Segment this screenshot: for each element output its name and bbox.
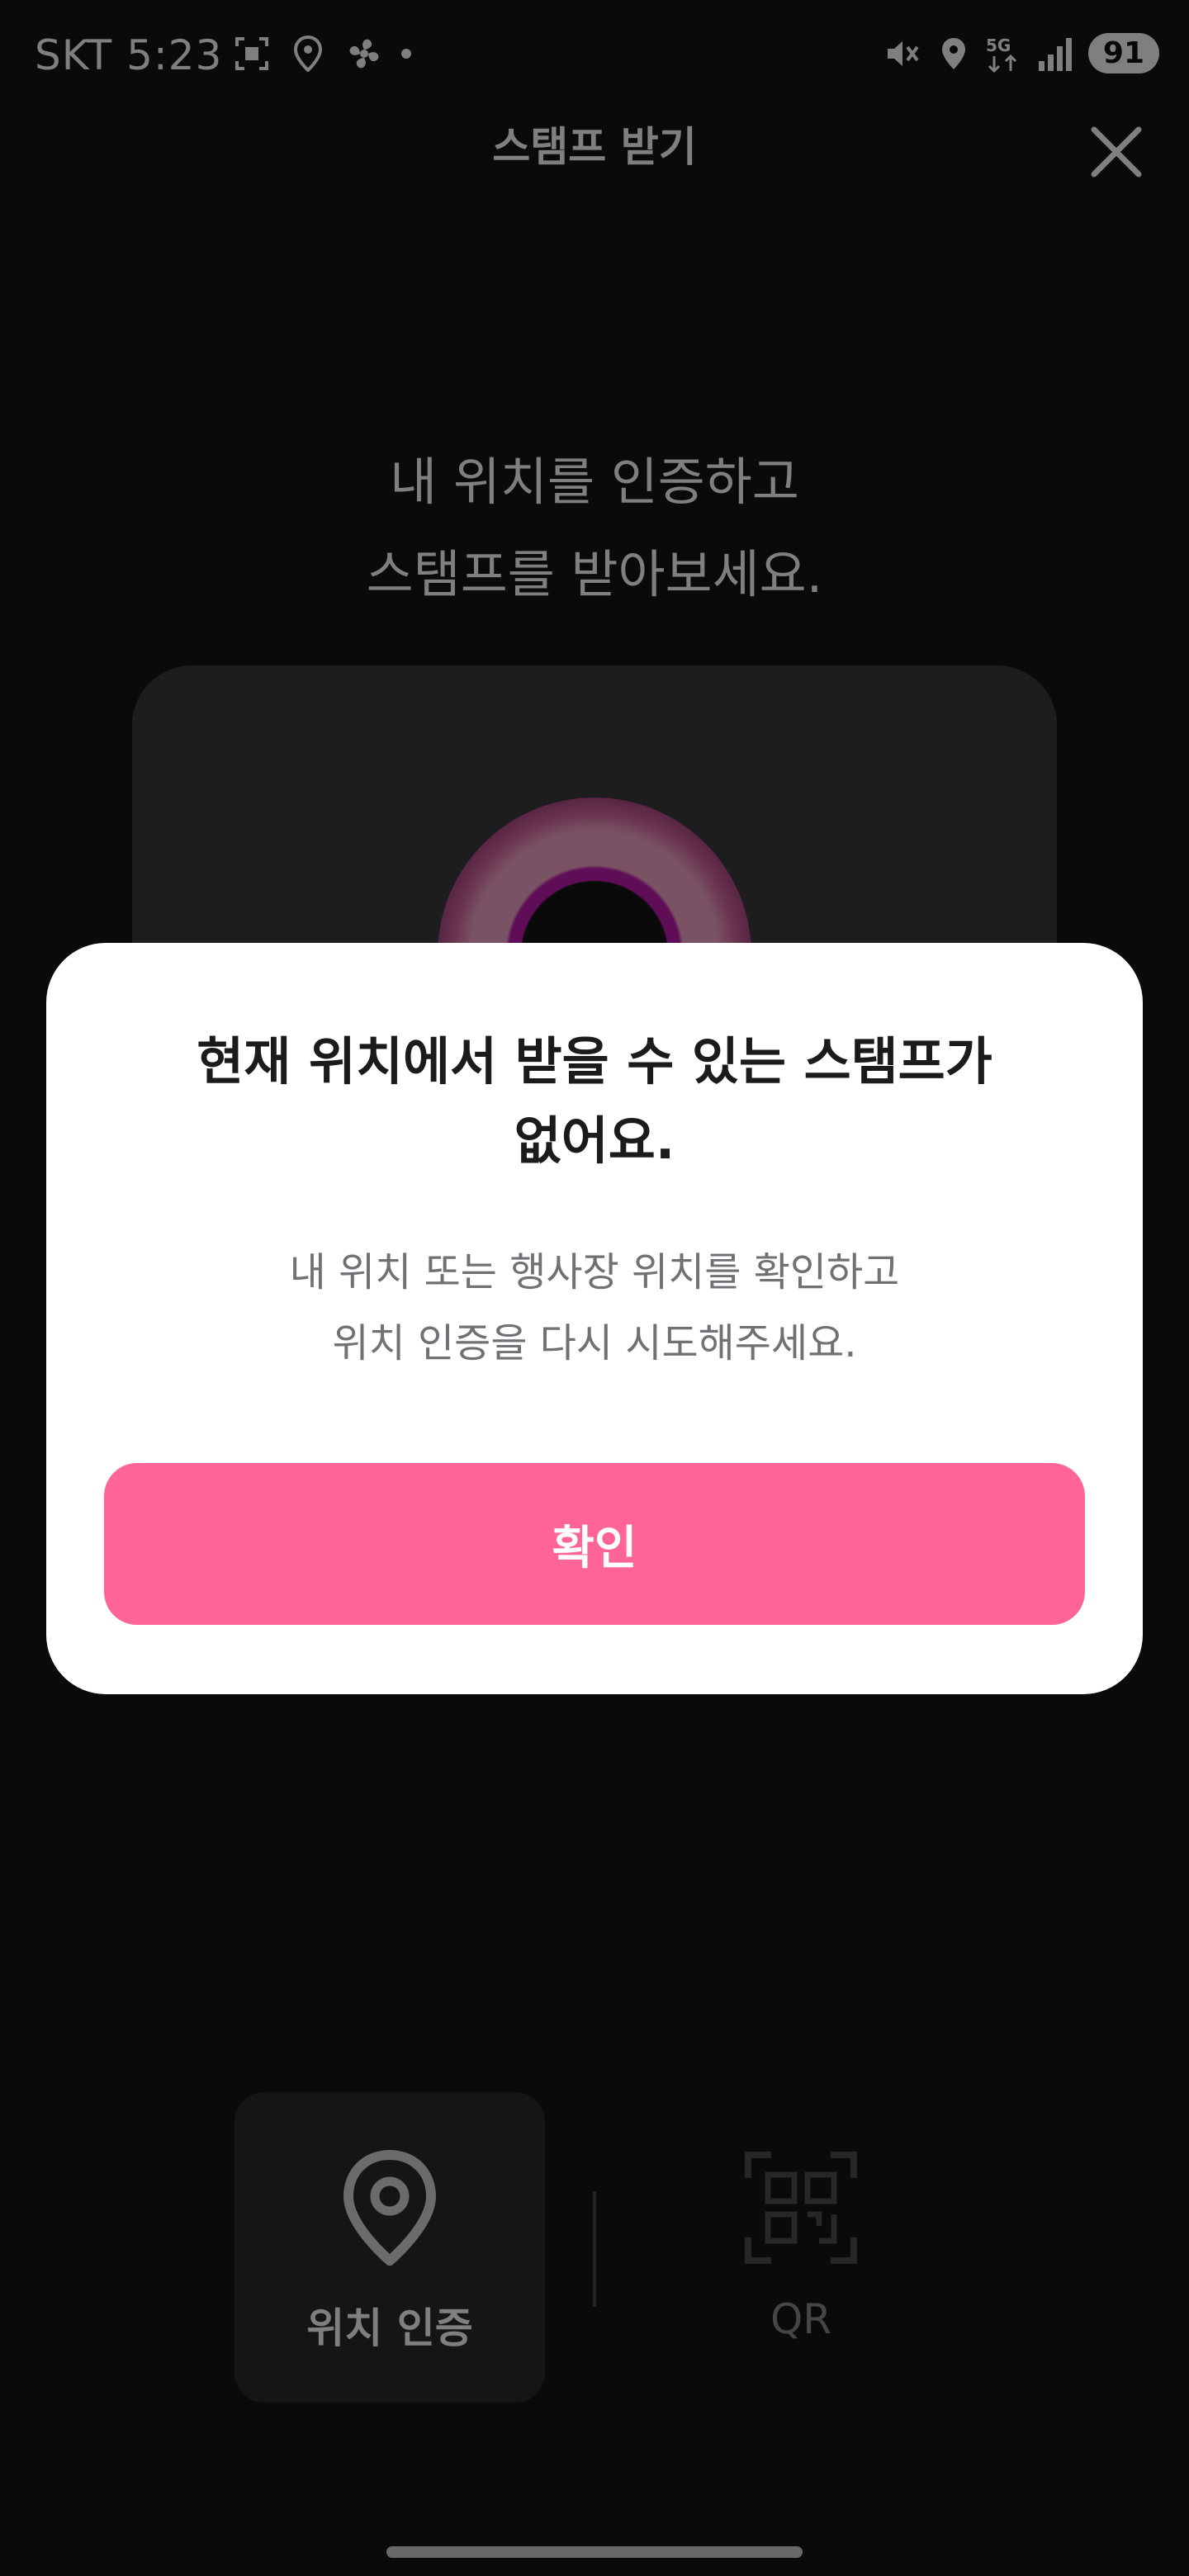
no-stamp-dialog: 현재 위치에서 받을 수 있는 스탬프가 없어요. 내 위치 또는 행사장 위치… (46, 943, 1143, 1694)
dialog-title-line-1: 현재 위치에서 받을 수 있는 스탬프가 (197, 1031, 992, 1091)
dialog-title: 현재 위치에서 받을 수 있는 스탬프가 없어요. (46, 1022, 1143, 1181)
dialog-message-line-2: 위치 인증을 다시 시도해주세요. (332, 1320, 857, 1366)
dialog-message-line-1: 내 위치 또는 행사장 위치를 확인하고 (289, 1249, 900, 1295)
dialog-message: 내 위치 또는 행사장 위치를 확인하고 위치 인증을 다시 시도해주세요. (46, 1237, 1143, 1379)
stamp-screen: SKT 5:23 5G (0, 0, 1189, 2576)
dialog-title-line-2: 없어요. (514, 1110, 675, 1171)
confirm-button[interactable]: 확인 (104, 1463, 1085, 1625)
